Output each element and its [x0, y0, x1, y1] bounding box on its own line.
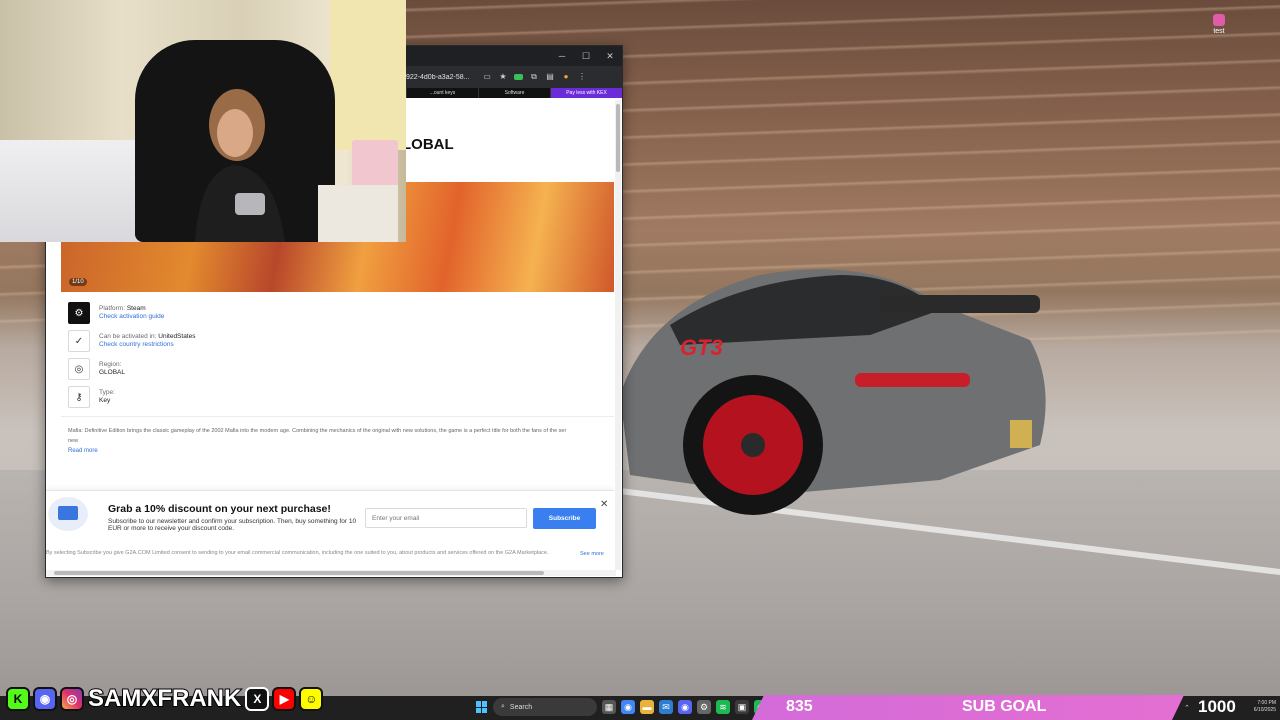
sub-goal-bar: 835 SUB GOAL [752, 695, 1184, 720]
country-restrictions-link[interactable]: Check country restrictions [99, 341, 195, 349]
taskbar-clock[interactable]: 7:00 PM 6/10/2025 [1242, 700, 1276, 714]
svg-text:GT3: GT3 [680, 335, 723, 360]
info-country: ✓ Can be activated in: UnitedStates Chec… [68, 330, 368, 358]
social-bar: K ◉ ◎ SAMXFRANK X ▶ ☺ [6, 684, 324, 713]
nav-tab-software[interactable]: Software [478, 88, 550, 98]
check-circle-icon: ✓ [68, 330, 90, 352]
url-text[interactable]: 922-4d0b-a3a2-58... [406, 74, 476, 81]
taskbar-apps: ⌕ Search ▦ ◉ ▬ ✉ ◉ ⚙ ≋ ▣ ◉ [476, 698, 768, 716]
promo-title: Grab a 10% discount on your next purchas… [108, 503, 331, 515]
sub-goal-total: 1000 [1198, 697, 1236, 716]
info-region: ◎ Region: GLOBAL [68, 358, 368, 386]
maximize-icon[interactable]: ☐ [574, 46, 598, 66]
search-icon: ⌕ [501, 703, 505, 710]
clock-time: 7:00 PM [1257, 700, 1276, 706]
app-icon[interactable]: ▣ [735, 700, 749, 714]
description-text: Mafia: Definitive Edition brings the cla… [68, 428, 567, 434]
webcam-box [318, 185, 398, 242]
search-label: Search [509, 703, 533, 711]
car-image: GT3 [620, 269, 1046, 515]
region-label: Region: [99, 361, 122, 368]
subscribe-button[interactable]: Subscribe [533, 508, 596, 529]
x-icon: X [245, 687, 270, 711]
activation-guide-link[interactable]: Check activation guide [99, 313, 164, 321]
steam-icon: ⚙ [68, 302, 90, 324]
youtube-icon: ▶ [272, 687, 297, 711]
country-label: Can be activated in: [99, 333, 157, 340]
info-platform: ⚙ Platform: Steam Check activation guide [68, 302, 368, 330]
close-popup-icon[interactable]: ✕ [600, 499, 608, 510]
clock-date: 6/10/2025 [1253, 707, 1276, 713]
info-type: ⚷ Type: Key [68, 386, 368, 414]
product-info: ⚙ Platform: Steam Check activation guide… [68, 302, 368, 414]
region-value: GLOBAL [99, 369, 126, 376]
webcam-bed [0, 140, 140, 242]
scrollbar-thumb[interactable] [54, 571, 544, 575]
desktop-shortcut-label: test [1213, 28, 1225, 35]
chrome-icon[interactable]: ◉ [621, 700, 635, 714]
sub-goal-label: SUB GOAL [962, 698, 1047, 715]
snapchat-icon: ☺ [299, 687, 324, 711]
sidebar-icon[interactable]: ▤ [545, 72, 555, 82]
spotify-icon[interactable]: ≋ [716, 700, 730, 714]
kick-icon: K [6, 687, 30, 711]
description-cont: new [68, 438, 79, 444]
sub-goal-current: 835 [786, 698, 813, 715]
divider [61, 416, 614, 417]
widgets-icon[interactable]: ▦ [602, 700, 616, 714]
settings-icon[interactable]: ⚙ [697, 700, 711, 714]
gallery-counter: 1/10 [69, 278, 87, 286]
email-field[interactable] [365, 508, 527, 528]
nav-tab-kex[interactable]: Pay less with KEX [550, 88, 622, 98]
read-more-link[interactable]: Read more [68, 448, 98, 454]
desktop-shortcut[interactable]: test [1206, 14, 1232, 35]
discord-icon: ◉ [33, 687, 57, 711]
key-icon: ⚷ [68, 386, 90, 408]
promo-subtitle: Subscribe to our newsletter and confirm … [108, 518, 357, 532]
mail-icon[interactable]: ✉ [659, 700, 673, 714]
globe-icon: ◎ [68, 358, 90, 380]
close-icon[interactable]: ✕ [598, 46, 622, 66]
country-value: UnitedStates [158, 333, 196, 340]
windows-start-icon[interactable] [476, 701, 488, 713]
webcam-pink-bag [352, 140, 398, 188]
minimize-icon[interactable]: ─ [550, 46, 574, 66]
nav-tab-keys[interactable]: ...ount keys [406, 88, 478, 98]
see-more-link[interactable]: See more [580, 551, 604, 557]
vertical-scrollbar[interactable] [615, 100, 621, 570]
bookmark-star-icon[interactable]: ★ [498, 72, 508, 82]
type-value: Key [99, 397, 111, 404]
profile-icon[interactable]: ● [561, 72, 571, 82]
discord-app-icon[interactable]: ◉ [678, 700, 692, 714]
webcam-feed [0, 0, 406, 242]
instagram-icon: ◎ [60, 687, 84, 711]
scrollbar-thumb[interactable] [616, 104, 620, 172]
taskbar-search[interactable]: ⌕ Search [493, 698, 597, 716]
streamer-handle: SAMXFRANK [87, 684, 242, 713]
product-title: LOBAL [402, 136, 454, 153]
tray-chevron-icon[interactable]: ⌃ [1184, 704, 1190, 712]
puzzle-icon[interactable]: ⧉ [529, 72, 539, 82]
streamer-person [195, 89, 285, 242]
app-icon [1213, 14, 1225, 26]
webcam-door [330, 0, 406, 150]
extension-icon[interactable] [514, 74, 523, 80]
platform-label: Platform: [99, 305, 126, 312]
product-description: Mafia: Definitive Edition brings the cla… [68, 426, 614, 446]
horizontal-scrollbar[interactable] [46, 570, 616, 576]
menu-icon[interactable]: ⋮ [577, 72, 587, 82]
discount-badge-icon [48, 497, 88, 531]
cast-icon[interactable]: ▭ [482, 72, 492, 82]
platform-value: Steam [126, 305, 146, 312]
newsletter-popup: Grab a 10% discount on your next purchas… [46, 490, 614, 577]
consent-text: By selecting Subscribe you give G2A.COM … [46, 550, 549, 556]
file-explorer-icon[interactable]: ▬ [640, 700, 654, 714]
type-label: Type: [99, 389, 115, 396]
